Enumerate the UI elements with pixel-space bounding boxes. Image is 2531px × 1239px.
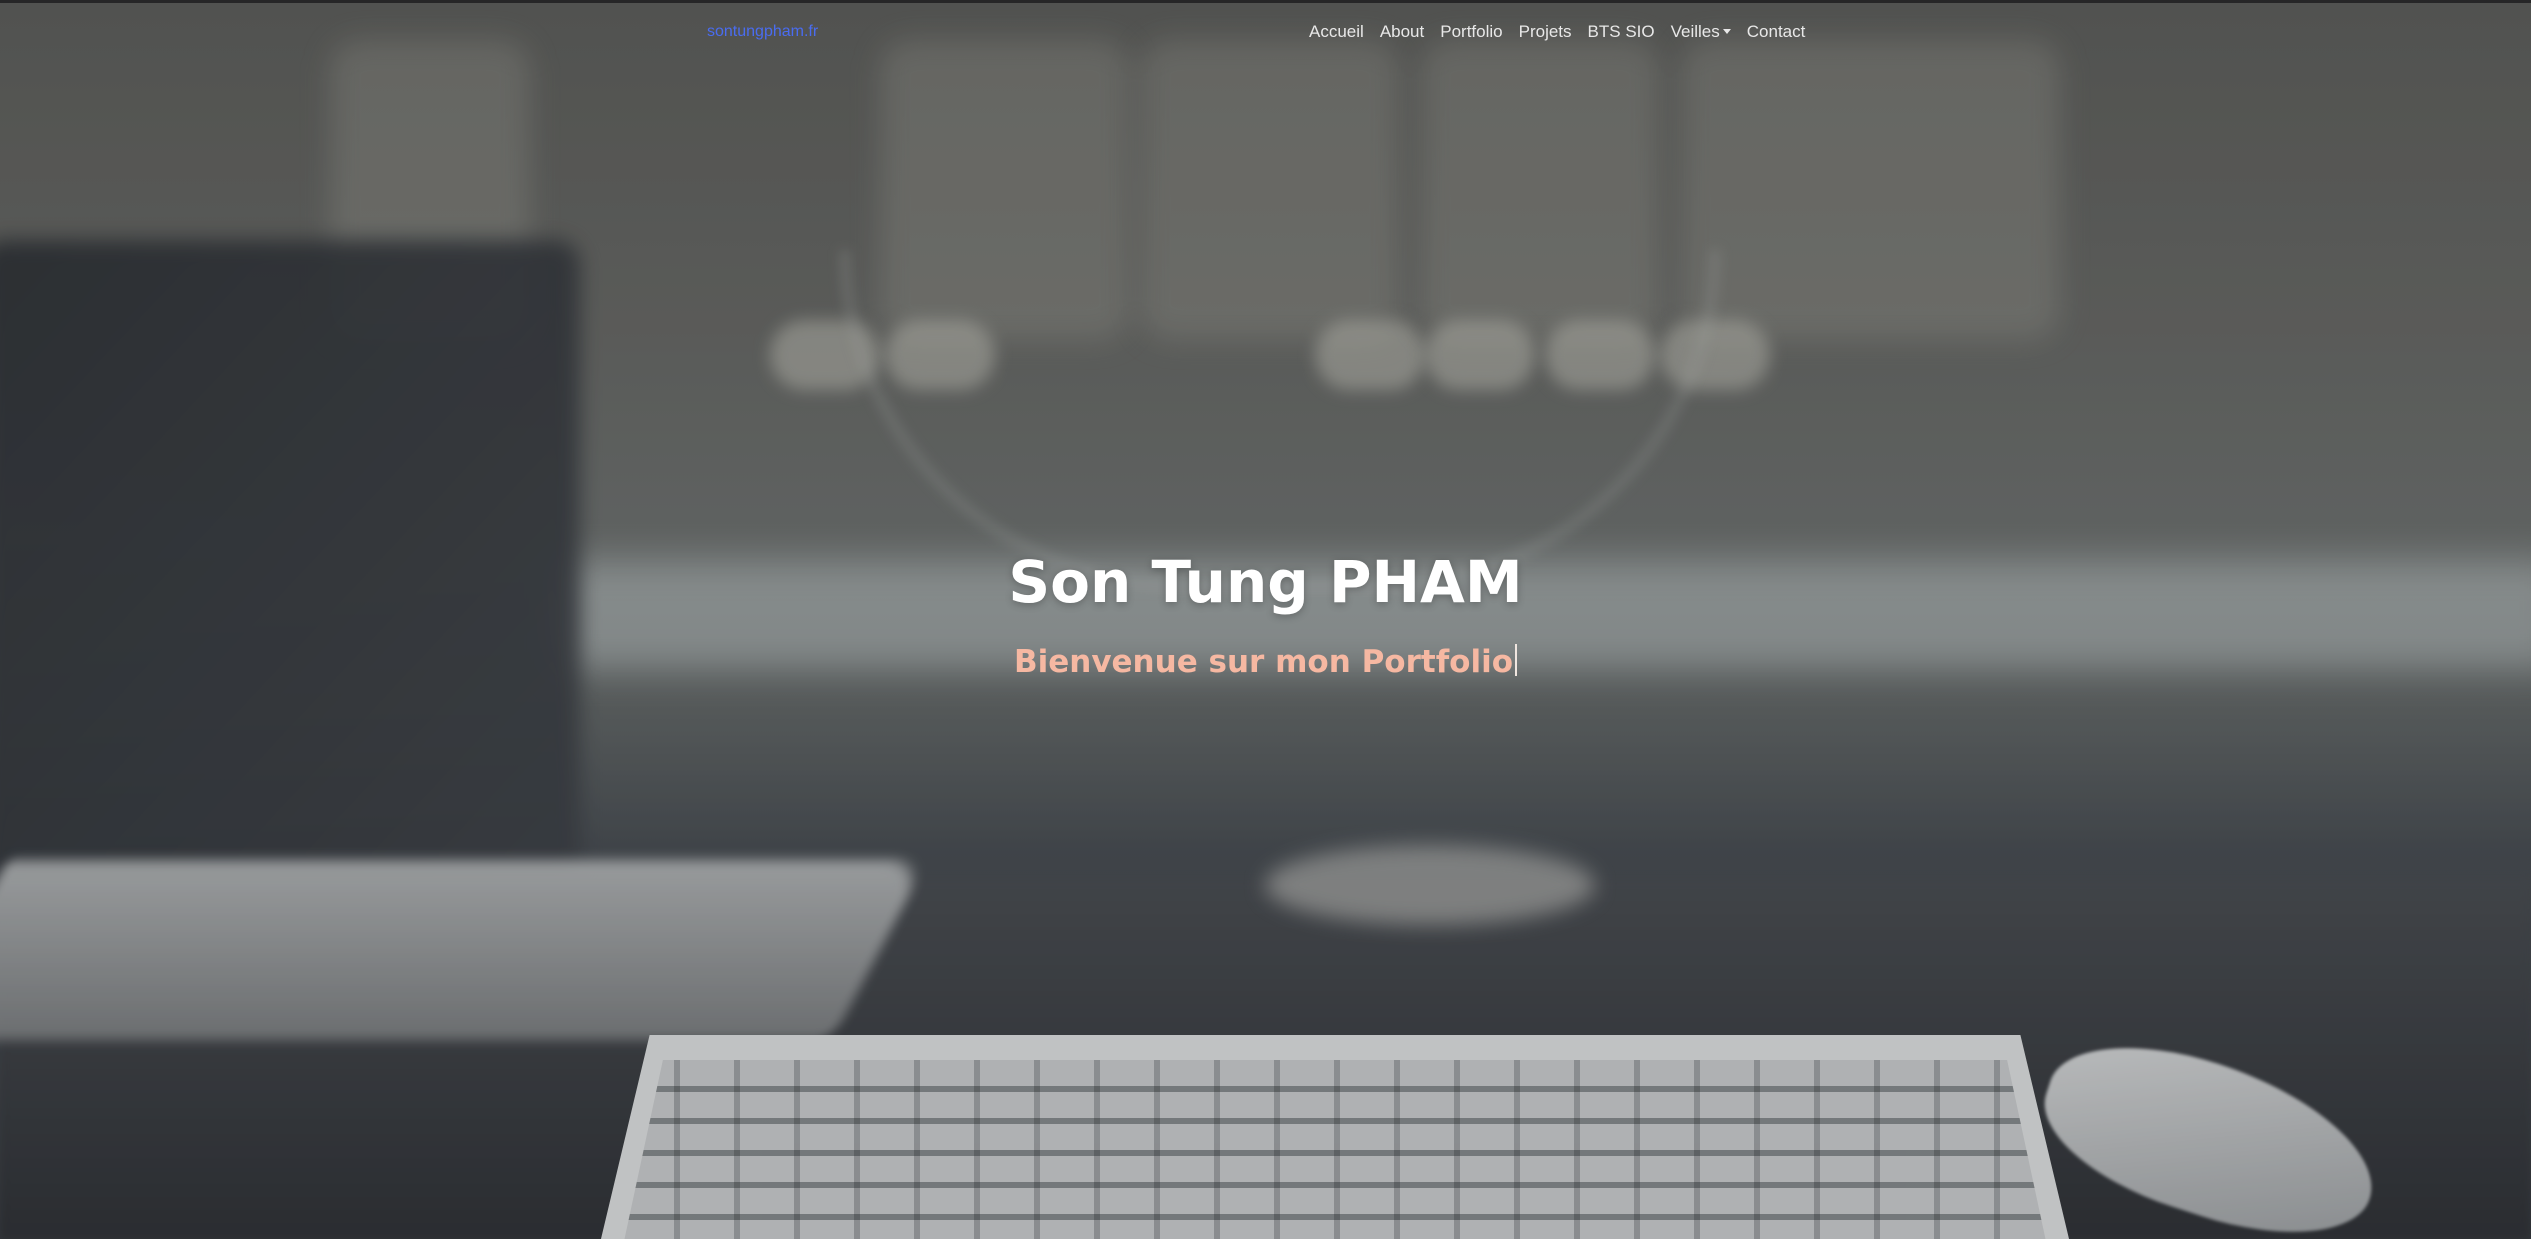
hero-subtitle: Bienvenue sur mon Portfolio [0,644,2531,680]
hero-background [0,0,2531,1239]
hero-subtitle-text: Bienvenue sur mon Portfolio [1013,644,1514,680]
nav-menu: Accueil About Portfolio Projets BTS SIO … [1301,20,1813,44]
navbar: sontungpham.fr Accueil About Portfolio P… [0,3,2531,61]
nav-item-veilles-dropdown[interactable]: Veilles [1663,20,1739,44]
caret-down-icon [1722,29,1731,34]
nav-item-bts-sio[interactable]: BTS SIO [1580,20,1663,44]
nav-item-portfolio[interactable]: Portfolio [1432,20,1510,44]
overlay [0,0,2531,1239]
nav-item-accueil[interactable]: Accueil [1301,20,1372,44]
typing-cursor [1515,644,1518,676]
nav-item-about[interactable]: About [1372,20,1432,44]
hero-title: Son Tung PHAM [1008,548,1523,616]
nav-item-contact[interactable]: Contact [1739,20,1814,44]
brand-link[interactable]: sontungpham.fr [707,23,818,41]
nav-item-veilles-label: Veilles [1670,22,1720,41]
nav-item-projets[interactable]: Projets [1511,20,1580,44]
